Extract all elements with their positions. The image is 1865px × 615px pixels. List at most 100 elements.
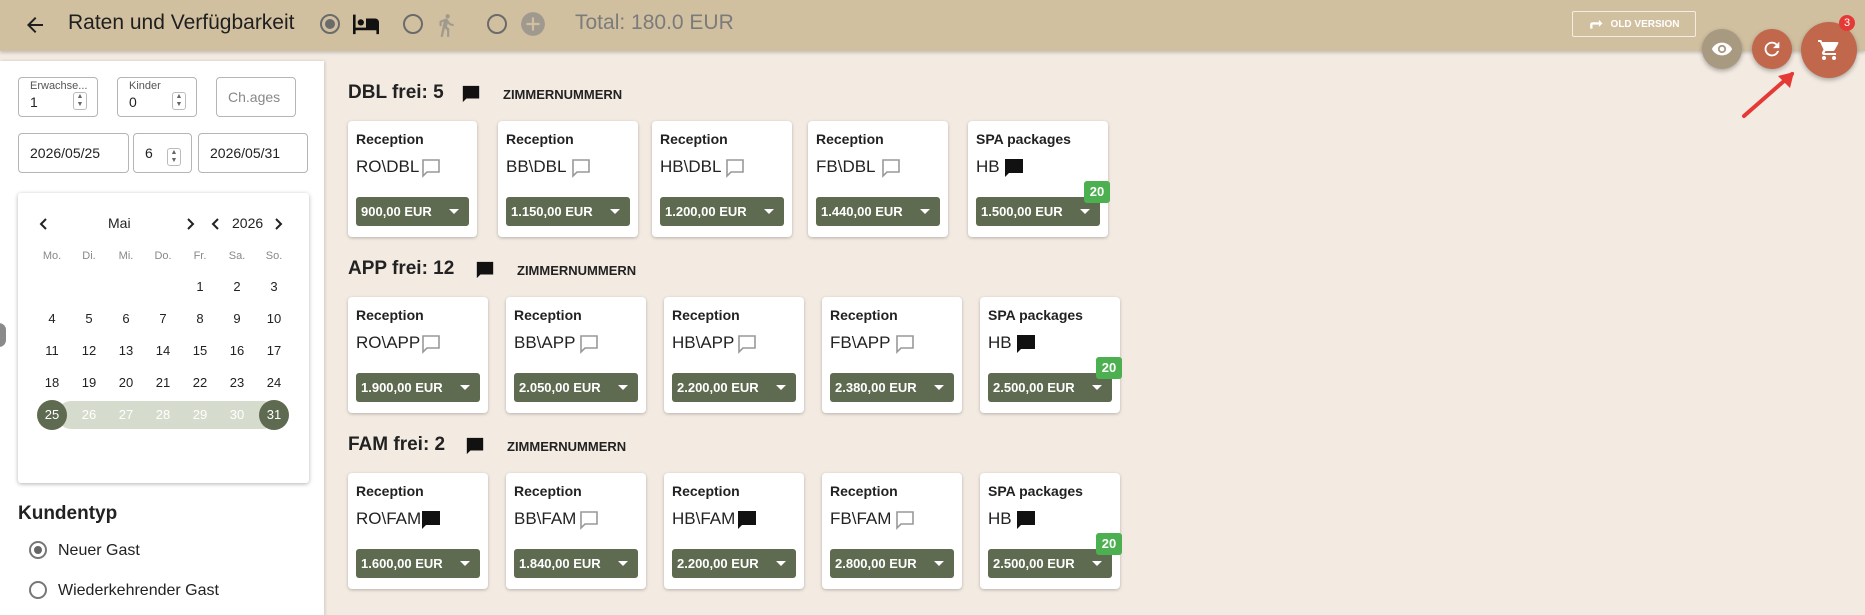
calendar-day[interactable]: 24 [259,368,289,398]
calendar-day[interactable]: 8 [185,304,215,334]
back-arrow-icon[interactable] [22,13,48,37]
calendar-day[interactable]: 5 [74,304,104,334]
calendar-day[interactable]: 30 [222,400,252,430]
rate-price-dropdown[interactable]: 2.200,00 EUR [672,549,796,578]
rate-comment-icon[interactable] [880,157,902,179]
calendar-day[interactable]: 14 [148,336,178,366]
rate-comment-icon[interactable] [420,157,442,179]
room-numbers-link[interactable]: ZIMMERNUMMERN [503,87,622,102]
rate-price-dropdown[interactable]: 2.380,00 EUR [830,373,954,402]
top-bar: Raten und Verfügbarkeit Total: 180.0 EUR… [0,0,1865,51]
rate-price-dropdown[interactable]: 1.500,00 EUR [976,197,1100,226]
departure-date-field[interactable]: 2026/05/31 [198,133,308,173]
rate-price-dropdown[interactable]: 1.440,00 EUR [816,197,940,226]
calendar-day[interactable]: 18 [37,368,67,398]
calendar-day[interactable]: 9 [222,304,252,334]
caret-down-icon [460,385,470,390]
old-version-button[interactable]: OLD VERSION [1572,11,1696,37]
mode-radio-add[interactable] [487,14,507,34]
rate-price-dropdown[interactable]: 2.200,00 EUR [672,373,796,402]
next-month-icon[interactable] [186,218,196,230]
rate-price-dropdown[interactable]: 2.050,00 EUR [514,373,638,402]
adults-field[interactable]: Erwachse... 1 ▲ ▼ [18,77,98,117]
rate-comment-icon[interactable] [1003,157,1025,179]
mode-radio-walking[interactable] [403,14,423,34]
rate-comment-icon[interactable] [894,333,916,355]
rate-comment-icon[interactable] [578,509,600,531]
calendar-day[interactable]: 17 [259,336,289,366]
room-comment-icon[interactable] [464,436,486,456]
room-numbers-link[interactable]: ZIMMERNUMMERN [517,263,636,278]
room-comment-icon[interactable] [460,84,482,104]
calendar-day[interactable]: 25 [37,400,67,430]
calendar-day[interactable]: 10 [259,304,289,334]
calendar-day[interactable]: 27 [111,400,141,430]
shopping-cart-icon [1818,40,1839,60]
rate-price-dropdown[interactable]: 2.800,00 EUR [830,549,954,578]
rate-category: Reception [660,131,728,147]
adults-label: Erwachse... [30,80,88,92]
calendar-day[interactable]: 21 [148,368,178,398]
rate-comment-icon[interactable] [1015,509,1037,531]
panel-collapse-handle[interactable] [0,323,6,347]
children-field[interactable]: Kinder 0 ▲ ▼ [117,77,197,117]
calendar-day[interactable]: 26 [74,400,104,430]
nights-field[interactable]: 6 ▲ ▼ [133,133,192,173]
rate-price-dropdown[interactable]: 1.840,00 EUR [514,549,638,578]
rate-comment-icon[interactable] [570,157,592,179]
calendar-day[interactable]: 19 [74,368,104,398]
rate-comment-icon[interactable] [420,333,442,355]
nights-stepper[interactable]: ▲ ▼ [167,148,181,166]
rate-comment-icon[interactable] [578,333,600,355]
calendar-day[interactable]: 20 [111,368,141,398]
calendar-day[interactable]: 12 [74,336,104,366]
calendar-day[interactable]: 2 [222,272,252,302]
room-section-title: APP frei: 12 [348,258,455,279]
rate-comment-icon[interactable] [1015,333,1037,355]
radio-new-guest[interactable] [29,541,47,559]
calendar-year[interactable]: 2026 [232,215,263,231]
rate-price-dropdown[interactable]: 900,00 EUR [356,197,469,226]
arrival-date-field[interactable]: 2026/05/25 [18,133,129,173]
refresh-button[interactable] [1752,29,1792,69]
calendar-day[interactable]: 4 [37,304,67,334]
rate-price-dropdown[interactable]: 1.900,00 EUR [356,373,480,402]
calendar-day[interactable]: 15 [185,336,215,366]
calendar-day[interactable]: 7 [148,304,178,334]
rate-comment-icon[interactable] [736,509,758,531]
rate-comment-icon[interactable] [724,157,746,179]
calendar-day[interactable]: 22 [185,368,215,398]
rate-comment-icon[interactable] [736,333,758,355]
rate-price-dropdown[interactable]: 2.500,00 EUR [988,373,1112,402]
calendar-day[interactable]: 3 [259,272,289,302]
rate-card: Reception RO\DBL 900,00 EUR [348,121,477,237]
rate-price: 1.200,00 EUR [665,204,747,219]
rate-price-dropdown[interactable]: 2.500,00 EUR [988,549,1112,578]
calendar-month[interactable]: Mai [108,215,131,231]
radio-returning-guest[interactable] [29,581,47,599]
room-comment-icon[interactable] [474,260,496,280]
calendar-day[interactable]: 1 [185,272,215,302]
child-ages-field[interactable]: Ch.ages [216,77,296,117]
children-stepper[interactable]: ▲ ▼ [172,92,186,110]
rate-price-dropdown[interactable]: 1.200,00 EUR [660,197,784,226]
adults-stepper[interactable]: ▲ ▼ [73,92,87,110]
rate-comment-icon[interactable] [420,509,442,531]
calendar-day[interactable]: 23 [222,368,252,398]
rate-comment-icon[interactable] [894,509,916,531]
calendar-day[interactable]: 29 [185,400,215,430]
room-numbers-link[interactable]: ZIMMERNUMMERN [507,439,626,454]
mode-radio-bed[interactable] [320,14,340,34]
rate-price-dropdown[interactable]: 1.600,00 EUR [356,549,480,578]
rate-price-dropdown[interactable]: 1.150,00 EUR [506,197,630,226]
calendar-day[interactable]: 28 [148,400,178,430]
prev-year-icon[interactable] [210,218,220,230]
calendar-day[interactable]: 11 [37,336,67,366]
calendar-day[interactable]: 31 [259,400,289,430]
next-year-icon[interactable] [274,218,284,230]
view-button[interactable] [1702,29,1742,69]
calendar-day[interactable]: 13 [111,336,141,366]
calendar-day[interactable]: 16 [222,336,252,366]
calendar-day[interactable]: 6 [111,304,141,334]
prev-month-icon[interactable] [38,218,48,230]
